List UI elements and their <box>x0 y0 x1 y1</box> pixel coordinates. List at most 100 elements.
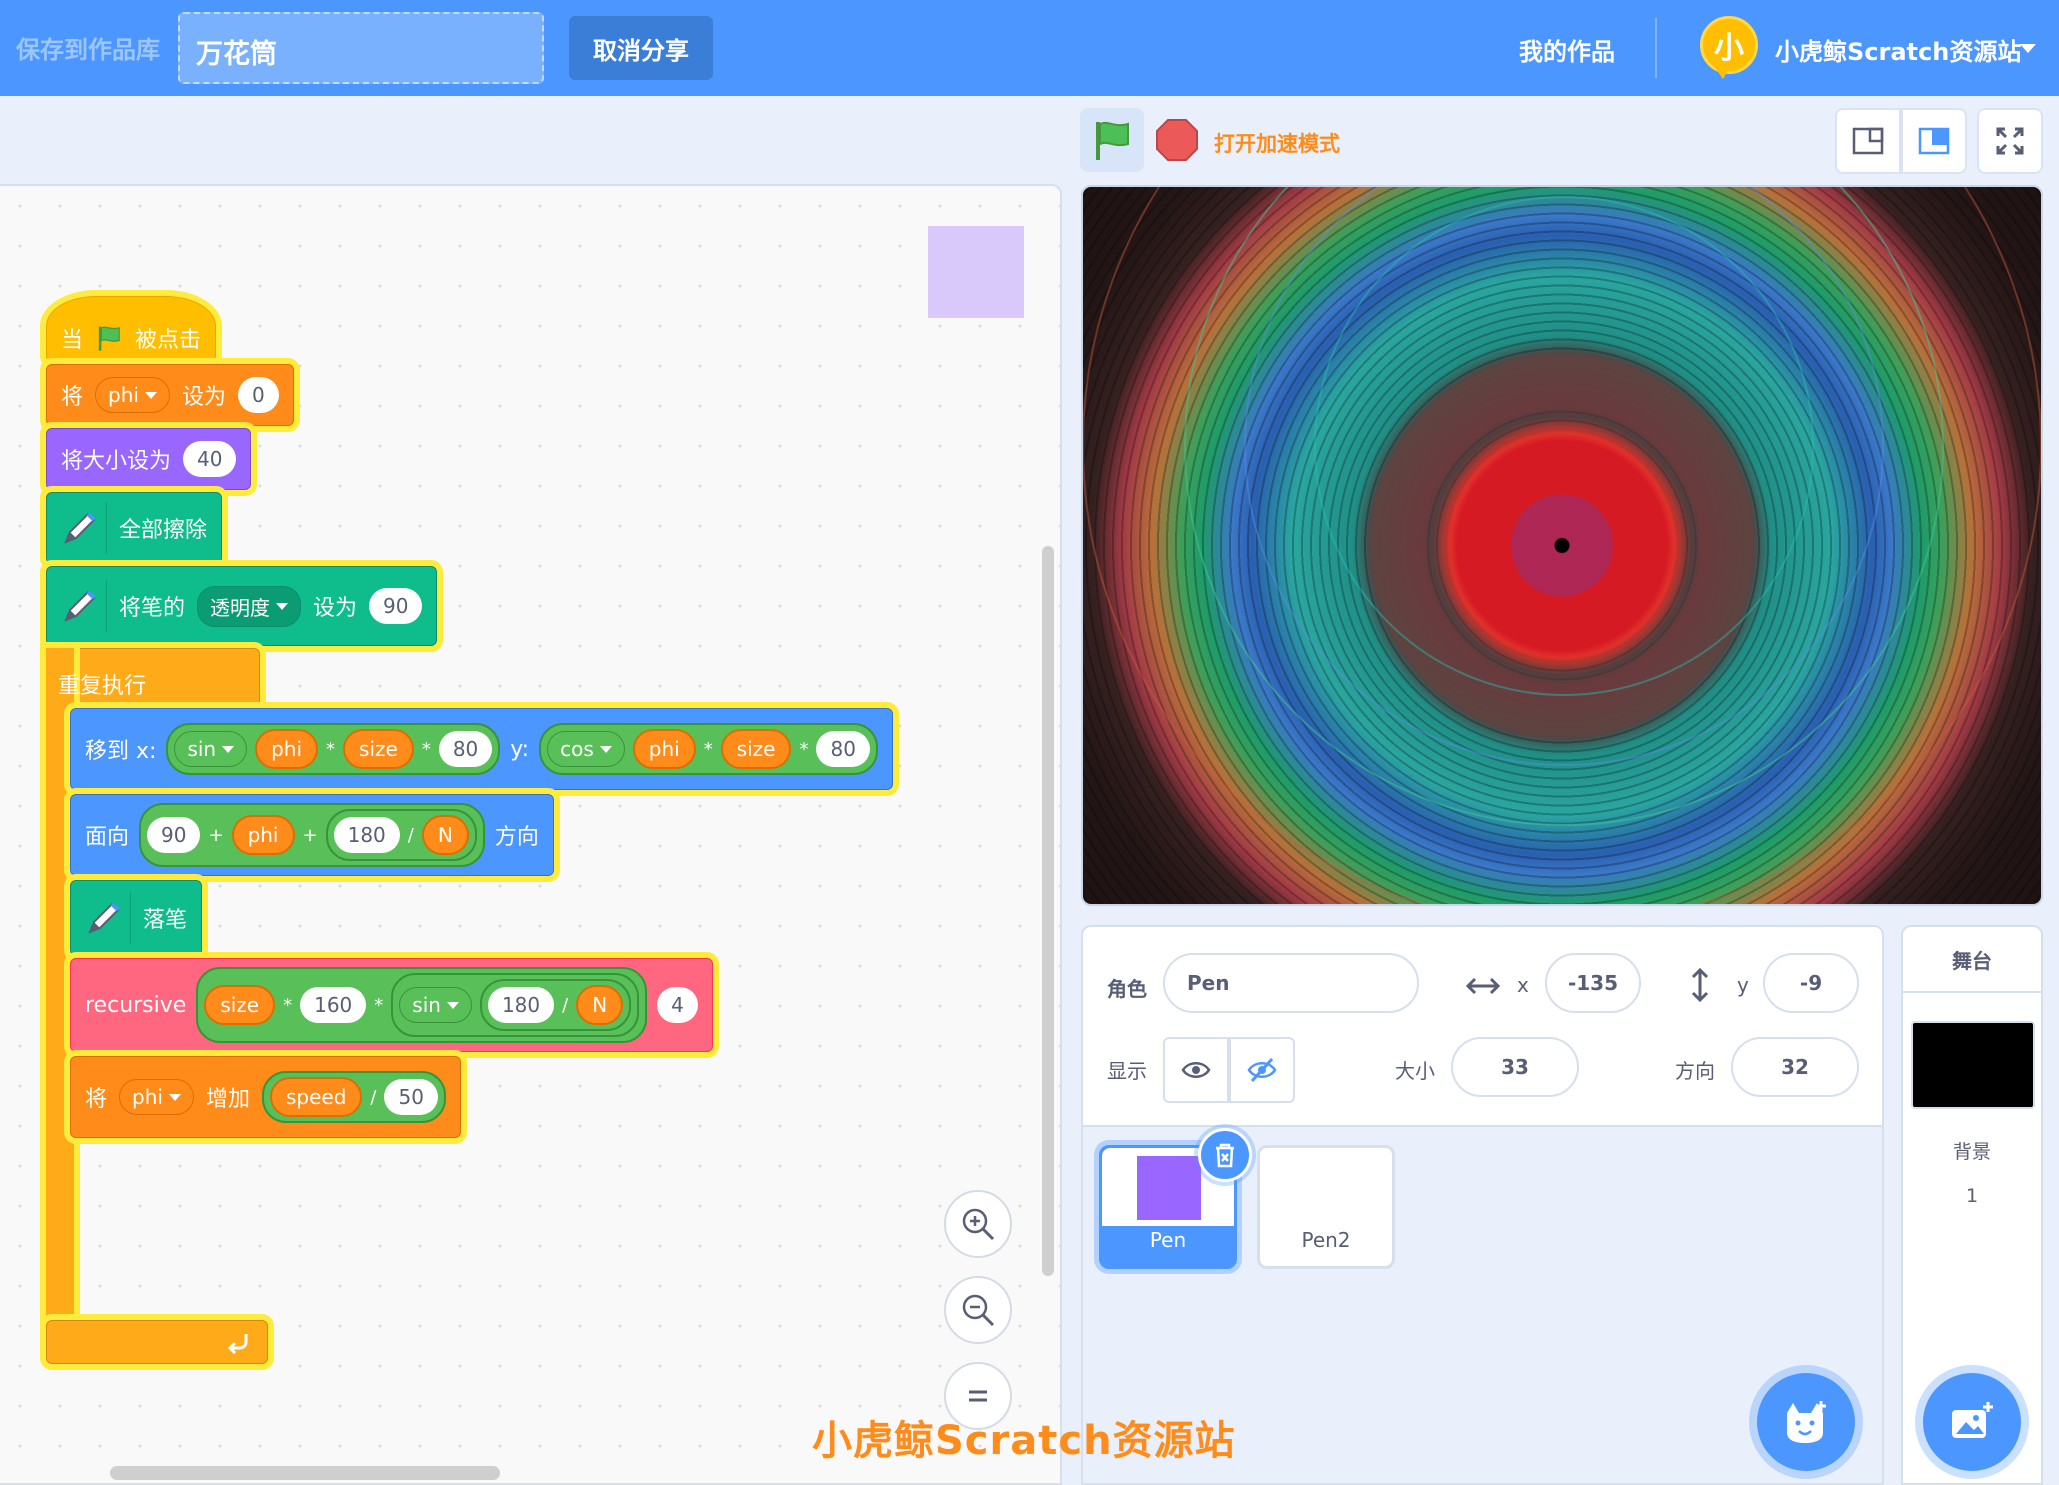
operator-symbol: + <box>208 824 224 846</box>
size-label: 大小 <box>1395 1059 1435 1083</box>
change-label: 将 <box>85 1087 108 1112</box>
number-input[interactable]: 180 <box>333 817 400 853</box>
math-function-dropdown[interactable]: sin <box>399 987 472 1023</box>
set-size-block[interactable]: 将大小设为 40 <box>46 428 252 490</box>
small-stage-button[interactable] <box>1835 108 1901 174</box>
caret-down-icon <box>168 1093 181 1101</box>
goto-label: 移到 x: <box>85 739 157 764</box>
stage-title: 舞台 <box>1903 927 2041 993</box>
backdrop-thumbnail[interactable] <box>1911 1021 2035 1109</box>
stage-target-pane[interactable]: 舞台 背景 1 <box>1901 925 2043 1485</box>
project-title-input[interactable]: 万花筒 <box>178 12 544 84</box>
point-label: 面向 <box>85 825 130 850</box>
add-operator[interactable]: 90 + phi + 180 / N <box>139 803 485 867</box>
avatar[interactable]: 小 <box>1700 16 1758 79</box>
add-backdrop-button[interactable] <box>1923 1373 2021 1471</box>
number-input[interactable]: 50 <box>384 1079 438 1115</box>
math-function-operator[interactable]: sin 180 / N <box>391 973 640 1037</box>
zoom-out-button[interactable] <box>944 1276 1012 1344</box>
backdrop-label: 背景 <box>1952 1141 1991 1163</box>
green-flag-button[interactable] <box>1080 108 1144 172</box>
sprite-label: 角色 <box>1107 977 1147 1001</box>
backdrop-add-icon <box>1952 1402 1993 1438</box>
pen-icon <box>63 512 95 544</box>
chevron-down-icon[interactable] <box>2020 44 2036 53</box>
recursive-label: recursive <box>85 992 187 1018</box>
divide-operator[interactable]: speed / 50 <box>261 1071 446 1123</box>
fullscreen-button[interactable] <box>1977 108 2043 174</box>
recursive-custom-block[interactable]: recursive size * 160 * sin 180 / N 4 <box>70 958 713 1052</box>
value-input[interactable]: 0 <box>237 377 279 413</box>
variable-reporter: phi <box>255 729 319 769</box>
vertical-scrollbar[interactable] <box>1042 546 1054 1276</box>
math-function-dropdown[interactable]: cos <box>547 731 625 767</box>
zoom-in-button[interactable] <box>944 1190 1012 1258</box>
divide-operator[interactable]: 180 / N <box>325 809 477 861</box>
when-flag-clicked-block[interactable]: 当 被点击 <box>46 296 217 362</box>
pen-value-input[interactable]: 90 <box>369 588 423 624</box>
change-variable-block[interactable]: 将 phi 增加 speed / 50 <box>70 1056 461 1138</box>
backdrop-count: 1 <box>1965 1185 1979 1207</box>
variable-dropdown[interactable]: phi <box>119 1079 194 1115</box>
stop-button[interactable] <box>1155 118 1199 162</box>
sprite-tile-label: Pen2 <box>1301 1228 1351 1252</box>
function-name: sin <box>412 993 441 1017</box>
eye-icon <box>1181 1062 1211 1078</box>
direction-suffix: 方向 <box>494 825 539 850</box>
variable-reporter: phi <box>632 729 696 769</box>
x-label: x <box>1517 973 1529 997</box>
pen-down-block[interactable]: 落笔 <box>70 880 203 956</box>
set-pen-param-block[interactable]: 将笔的 透明度 设为 90 <box>46 566 438 646</box>
hide-sprite-button[interactable] <box>1229 1037 1295 1103</box>
sprite-costume-thumbnail <box>1137 1156 1201 1220</box>
show-sprite-button[interactable] <box>1163 1037 1229 1103</box>
argument-input[interactable]: 4 <box>657 987 698 1023</box>
set-label: 将 <box>61 385 84 410</box>
vertical-arrows-icon <box>1691 967 1709 1003</box>
goto-xy-block[interactable]: 移到 x: sin phi * size * 80 y: cos phi * s… <box>70 708 893 790</box>
number-input[interactable]: 90 <box>147 817 201 853</box>
horizontal-scrollbar[interactable] <box>110 1466 500 1480</box>
number-input[interactable]: 80 <box>816 731 870 767</box>
variable-reporter: size <box>204 985 276 1025</box>
erase-all-block[interactable]: 全部擦除 <box>46 492 223 564</box>
watermark-text: 小虎鲸Scratch资源站 <box>812 1418 1236 1464</box>
size-input[interactable]: 40 <box>183 441 237 477</box>
divide-operator[interactable]: 180 / N <box>479 979 632 1031</box>
sprite-name-input[interactable]: Pen <box>1163 953 1419 1013</box>
forever-label: 重复执行 <box>58 674 147 699</box>
operator-symbol: * <box>283 994 293 1016</box>
turbo-mode-toggle[interactable]: 打开加速模式 <box>1214 128 1340 158</box>
save-to-library-link[interactable]: 保存到作品库 <box>16 30 160 65</box>
multiply-operator[interactable]: sin phi * size * 80 <box>166 723 501 775</box>
y-input[interactable]: -9 <box>1763 953 1859 1013</box>
code-workspace[interactable]: 当 被点击 将 phi 设为 0 将大小设为 40 全部擦除 将笔的 透明度 设… <box>0 184 1062 1485</box>
to-label: 设为 <box>313 596 358 621</box>
add-sprite-button[interactable] <box>1757 1373 1855 1471</box>
set-variable-block[interactable]: 将 phi 设为 0 <box>46 364 294 426</box>
large-stage-button[interactable] <box>1901 108 1967 174</box>
delete-sprite-button[interactable] <box>1198 1128 1252 1182</box>
stage-canvas[interactable] <box>1081 185 2043 906</box>
x-input[interactable]: -135 <box>1545 953 1641 1013</box>
sprite-tile-pen2[interactable]: Pen2 <box>1257 1145 1395 1269</box>
pen-param-dropdown[interactable]: 透明度 <box>197 585 302 627</box>
unshare-button[interactable]: 取消分享 <box>569 16 713 80</box>
number-input[interactable]: 80 <box>438 731 493 767</box>
multiply-operator[interactable]: cos phi * size * 80 <box>539 723 878 775</box>
math-function-dropdown[interactable]: sin <box>174 731 248 767</box>
point-direction-block[interactable]: 面向 90 + phi + 180 / N 方向 <box>70 794 554 876</box>
avatar-tail <box>1713 65 1731 79</box>
variable-dropdown[interactable]: phi <box>95 377 170 413</box>
number-input[interactable]: 160 <box>300 987 367 1023</box>
pen-extension-icon <box>55 580 107 632</box>
green-flag-icon <box>98 326 120 351</box>
when-label: 当 <box>61 328 84 353</box>
number-input[interactable]: 180 <box>487 987 555 1023</box>
size-input[interactable]: 33 <box>1451 1037 1579 1097</box>
my-works-link[interactable]: 我的作品 <box>1519 32 1615 67</box>
user-name[interactable]: 小虎鲸Scratch资源站 <box>1775 32 2021 67</box>
multiply-operator[interactable]: size * 160 * sin 180 / N <box>196 967 648 1043</box>
caret-down-icon <box>446 1001 459 1009</box>
direction-input[interactable]: 32 <box>1731 1037 1859 1097</box>
